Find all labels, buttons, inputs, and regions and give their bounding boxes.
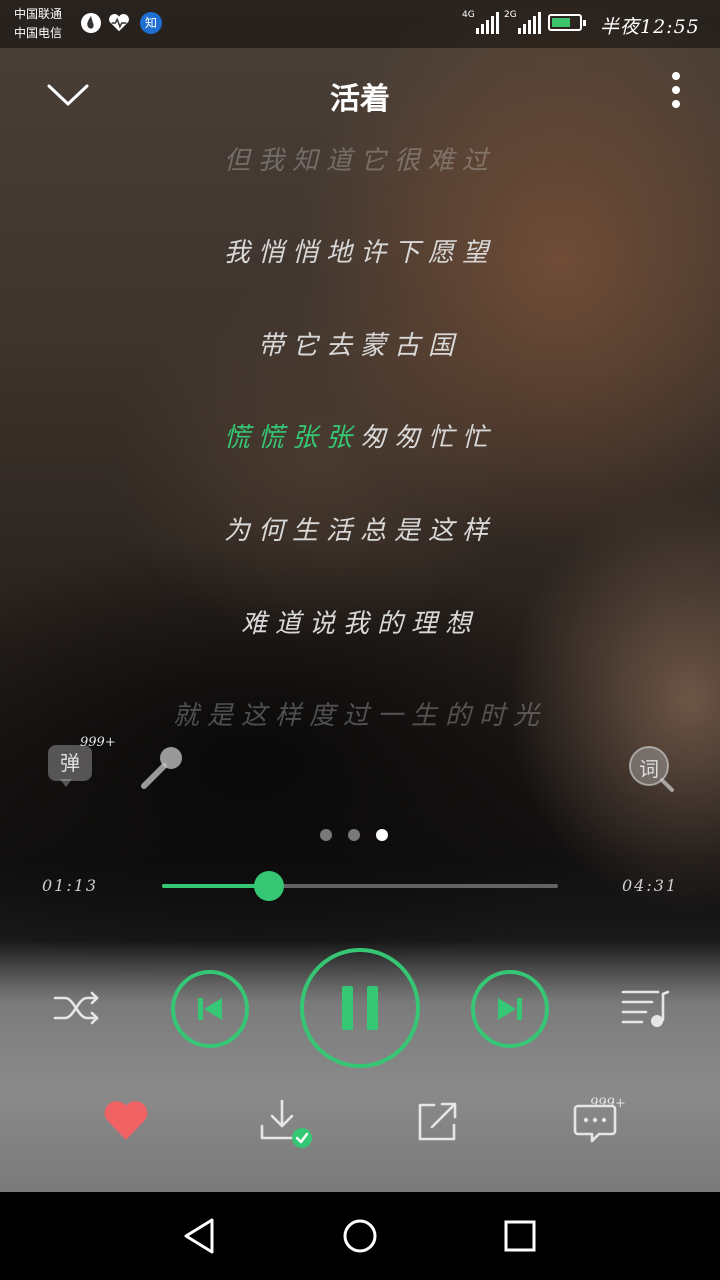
signal-4g-icon: 4G (462, 10, 499, 34)
carrier-info: 中国联通 中国电信 (14, 5, 62, 43)
battery-charging-icon (548, 14, 586, 31)
lyrics-search-button[interactable]: 词 (626, 744, 676, 794)
shuffle-icon[interactable] (52, 988, 102, 1028)
pause-icon (342, 986, 378, 1030)
net-type-1: 4G (462, 10, 475, 20)
total-time: 04:31 (622, 876, 679, 895)
carrier-2: 中国电信 (14, 26, 63, 40)
more-menu-icon[interactable] (664, 72, 688, 112)
lyric-line: 难道说我的理想 (240, 609, 479, 639)
lyrics-button-label: 词 (639, 757, 659, 781)
song-title: 活着 (330, 82, 390, 117)
next-button[interactable] (471, 970, 549, 1048)
seek-bar[interactable] (162, 871, 558, 901)
clock: 半夜12:55 (600, 16, 700, 38)
playlist-icon[interactable] (620, 988, 670, 1030)
pause-button[interactable] (300, 948, 420, 1068)
lyric-remaining-part: 匆匆忙忙 (360, 423, 497, 453)
lyric-line: 我悄悄地许下愿望 (223, 238, 496, 268)
health-heart-icon (109, 13, 129, 32)
seek-bar-thumb[interactable] (253, 871, 284, 901)
status-bar: 中国联通 中国电信 知 4G 2G 半夜12:55 (0, 0, 720, 48)
next-track-icon (498, 998, 522, 1020)
previous-button[interactable] (171, 970, 249, 1048)
lyric-played-part: 慌慌张张 (223, 423, 360, 453)
favorite-heart-icon[interactable] (102, 1098, 150, 1142)
zhihu-icon: 知 (140, 12, 162, 34)
comment-count-badge: 999+ (590, 1096, 626, 1111)
karaoke-mic-icon[interactable] (138, 742, 188, 792)
share-icon[interactable] (416, 1100, 460, 1144)
lyric-line-current: 慌慌张张匆匆忙忙 (0, 417, 720, 454)
lyric-line: 但我知道它很难过 (223, 146, 496, 176)
home-nav-icon[interactable] (336, 1212, 384, 1260)
lyric-line: 为何生活总是这样 (223, 516, 496, 546)
previous-track-icon (198, 998, 222, 1020)
danmu-count-badge: 999+ (80, 735, 116, 750)
lyric-line: 带它去蒙古国 (257, 331, 462, 361)
page-dot (348, 829, 360, 841)
back-nav-icon[interactable] (176, 1212, 224, 1260)
current-time: 01:13 (42, 876, 99, 895)
recents-nav-icon[interactable] (496, 1212, 544, 1260)
danmu-label: 弹 (48, 745, 92, 781)
page-dot (376, 829, 388, 841)
page-dot (320, 829, 332, 841)
downloaded-icon[interactable] (258, 1098, 316, 1150)
drop-app-icon (81, 13, 101, 33)
net-type-2: 2G (504, 10, 517, 20)
signal-2g-icon: 2G (504, 10, 541, 34)
system-navigation-bar (0, 1192, 720, 1280)
danmu-button[interactable]: 弹 (48, 745, 92, 789)
page-indicator (320, 829, 388, 841)
seek-bar-progress (162, 884, 269, 888)
lyric-line: 就是这样度过一生的时光 (172, 701, 547, 731)
carrier-1: 中国联通 (14, 7, 63, 21)
